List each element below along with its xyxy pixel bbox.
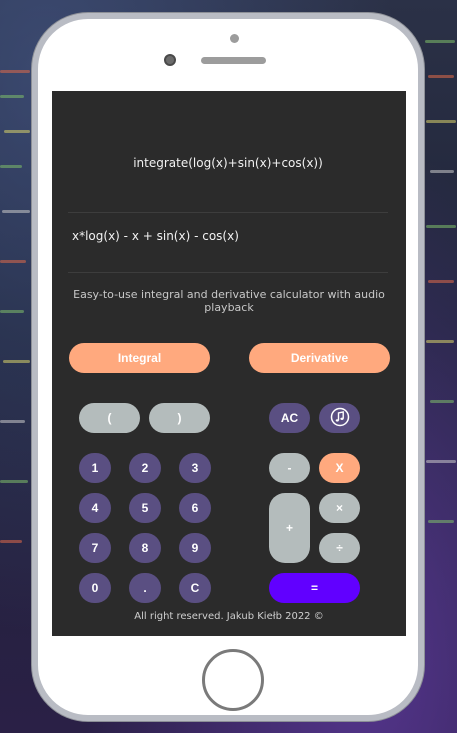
audio-playback-button[interactable] xyxy=(319,403,360,433)
clear-button[interactable]: C xyxy=(179,573,211,603)
digit-5-button[interactable]: 5 xyxy=(129,493,161,523)
app-description: Easy-to-use integral and derivative calc… xyxy=(73,288,385,314)
plus-button[interactable]: + xyxy=(269,493,310,563)
digit-2-button[interactable]: 2 xyxy=(129,453,161,483)
variable-x-button[interactable]: X xyxy=(319,453,360,483)
music-note-icon xyxy=(330,407,350,430)
digit-3-button[interactable]: 3 xyxy=(179,453,211,483)
digit-9-button[interactable]: 9 xyxy=(179,533,211,563)
result-display: x*log(x) - x + sin(x) - cos(x) xyxy=(68,215,388,273)
decimal-point-button[interactable]: . xyxy=(129,573,161,603)
all-clear-button[interactable]: AC xyxy=(269,403,310,433)
front-camera xyxy=(164,54,176,66)
digit-4-button[interactable]: 4 xyxy=(79,493,111,523)
expression-display[interactable]: integrate(log(x)+sin(x)+cos(x)) xyxy=(68,113,388,213)
multiply-button[interactable]: × xyxy=(319,493,360,523)
digit-6-button[interactable]: 6 xyxy=(179,493,211,523)
minus-button[interactable]: - xyxy=(269,453,310,483)
result-text: x*log(x) - x + sin(x) - cos(x) xyxy=(72,229,239,243)
proximity-sensor xyxy=(230,34,239,43)
copyright-footer: All right reserved. Jakub Kiełb 2022 © xyxy=(134,611,324,622)
home-button[interactable] xyxy=(202,649,264,711)
digit-8-button[interactable]: 8 xyxy=(129,533,161,563)
digit-1-button[interactable]: 1 xyxy=(79,453,111,483)
earpiece-speaker xyxy=(201,57,266,64)
digit-7-button[interactable]: 7 xyxy=(79,533,111,563)
divide-button[interactable]: ÷ xyxy=(319,533,360,563)
derivative-button[interactable]: Derivative xyxy=(249,343,390,373)
close-paren-button[interactable]: ) xyxy=(149,403,210,433)
equals-button[interactable]: = xyxy=(269,573,360,603)
expression-text: integrate(log(x)+sin(x)+cos(x)) xyxy=(133,155,323,170)
open-paren-button[interactable]: ( xyxy=(79,403,140,433)
integral-button[interactable]: Integral xyxy=(69,343,210,373)
calculator-screen: integrate(log(x)+sin(x)+cos(x)) x*log(x)… xyxy=(52,91,406,636)
digit-0-button[interactable]: 0 xyxy=(79,573,111,603)
